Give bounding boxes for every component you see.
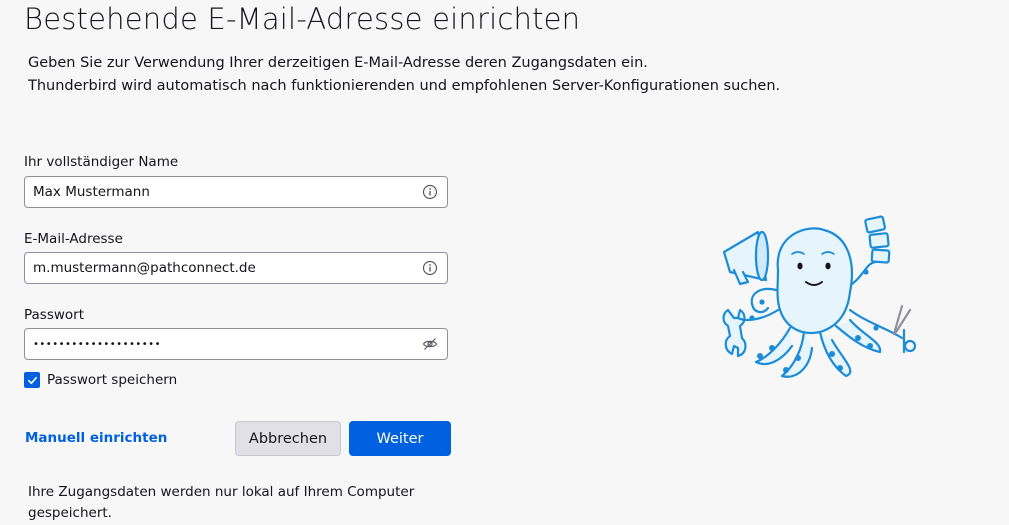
cancel-button[interactable]: Abbrechen: [235, 421, 341, 456]
page-title: Bestehende E-Mail-Adresse einrichten: [24, 2, 581, 36]
manual-setup-link[interactable]: Manuell einrichten: [25, 430, 167, 446]
email-input[interactable]: [25, 253, 413, 283]
info-icon[interactable]: [422, 184, 438, 200]
intro-line-1: Geben Sie zur Verwendung Ihrer derzeitig…: [28, 55, 648, 71]
password-field[interactable]: [24, 328, 448, 360]
remember-password-label[interactable]: Passwort speichern: [47, 372, 177, 388]
email-field[interactable]: [24, 252, 448, 284]
remember-password-row[interactable]: Passwort speichern: [24, 371, 177, 389]
name-input[interactable]: [25, 177, 413, 207]
privacy-note: Ihre Zugangsdaten werden nur lokal auf I…: [28, 484, 415, 521]
eye-slash-icon[interactable]: [422, 336, 438, 352]
info-icon[interactable]: [422, 260, 438, 276]
octopus-mascot-illustration: [722, 215, 917, 378]
account-setup-page: Bestehende E-Mail-Adresse einrichten Geb…: [0, 0, 1009, 525]
next-button[interactable]: Weiter: [349, 421, 451, 456]
email-label: E-Mail-Adresse: [24, 231, 123, 247]
password-label: Passwort: [24, 307, 85, 323]
name-label: Ihr vollständiger Name: [24, 154, 179, 170]
password-input[interactable]: [25, 329, 413, 359]
name-field[interactable]: [24, 176, 448, 208]
remember-password-checkbox[interactable]: [24, 372, 40, 388]
intro-text: Geben Sie zur Verwendung Ihrer derzeitig…: [28, 52, 780, 98]
checkmark-icon: [27, 376, 37, 384]
intro-line-2: Thunderbird wird automatisch nach funkti…: [28, 78, 781, 94]
